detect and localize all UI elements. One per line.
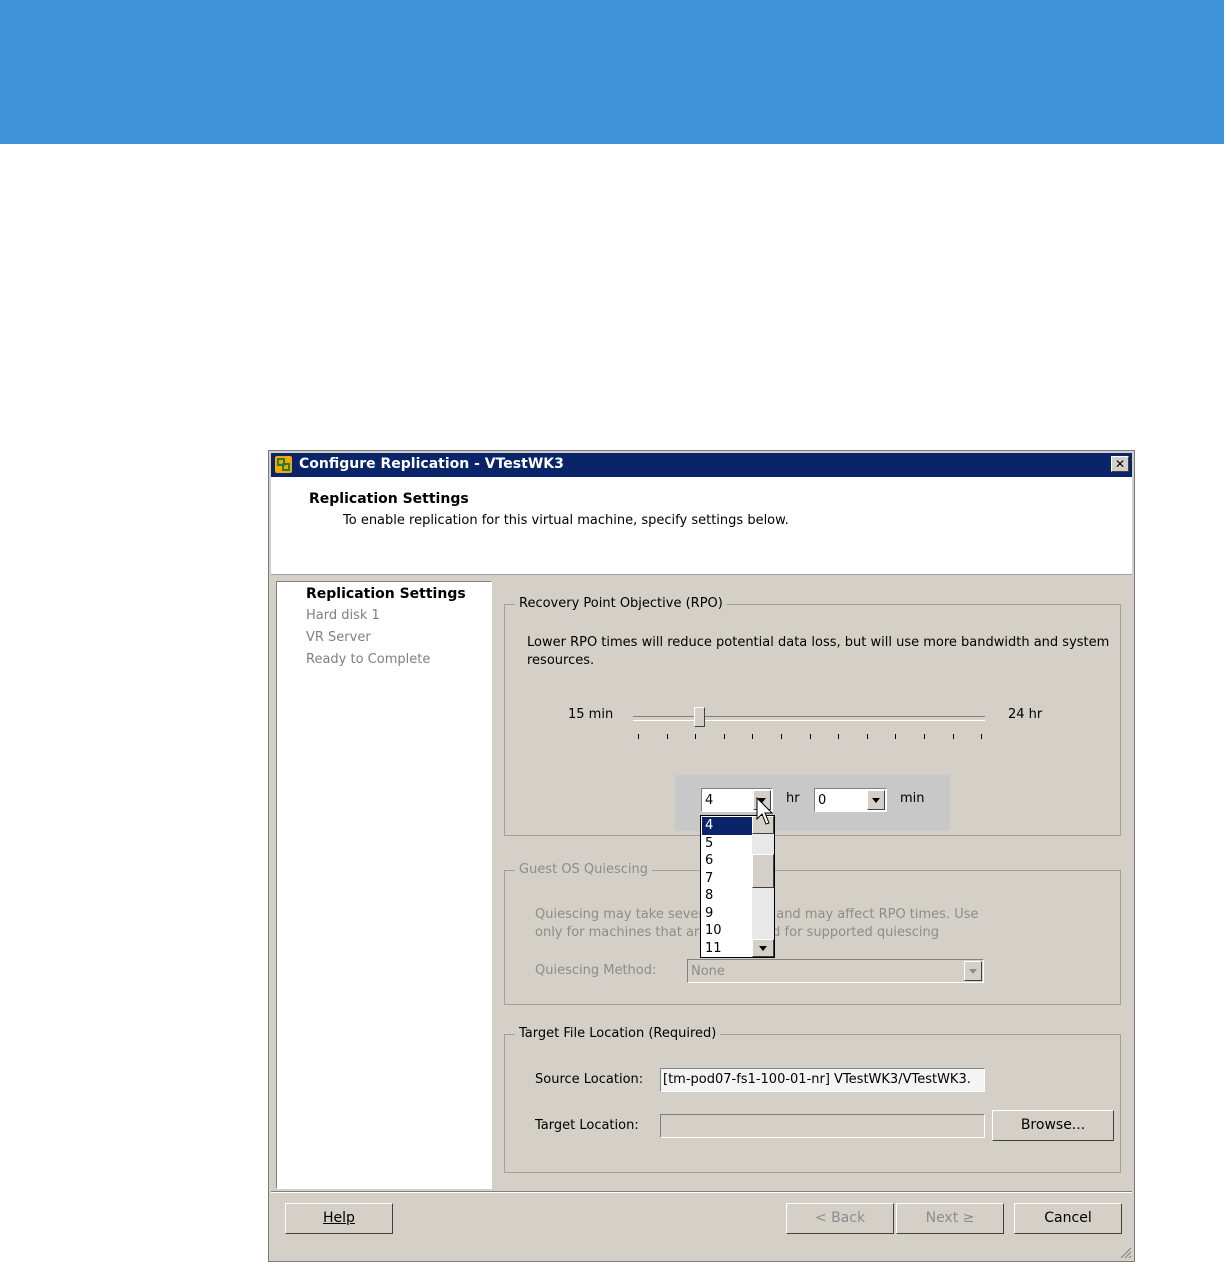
hours-dropdown-list[interactable]: 4 5 6 7 8 9 10 11 <box>700 815 775 958</box>
target-legend: Target File Location (Required) <box>515 1026 721 1041</box>
scroll-down-button[interactable] <box>752 939 774 957</box>
step-ready-to-complete[interactable]: Ready to Complete <box>306 652 430 667</box>
target-location-label: Target Location: <box>535 1118 639 1133</box>
dropdown-scrollbar[interactable] <box>752 816 774 957</box>
rpo-description: Lower RPO times will reduce potential da… <box>527 635 1110 668</box>
rpo-group: Recovery Point Objective (RPO) Lower RPO… <box>504 596 1121 836</box>
slider-tick <box>809 734 811 739</box>
wizard-header: Replication Settings To enable replicati… <box>271 477 1132 575</box>
target-location-field[interactable] <box>660 1114 985 1138</box>
dropdown-option[interactable]: 8 <box>702 887 752 905</box>
source-location-field: [tm-pod07-fs1-100-01-nr] VTestWK3/VTestW… <box>660 1068 985 1092</box>
title-bar[interactable]: Configure Replication - VTestWK3 ✕ <box>271 453 1132 477</box>
slider-tick <box>838 734 840 739</box>
slider-tick <box>752 734 754 739</box>
slider-tick <box>781 734 782 739</box>
slider-ticks <box>633 734 985 740</box>
dropdown-option[interactable]: 9 <box>702 905 752 923</box>
back-button[interactable]: < Back <box>786 1203 894 1234</box>
minutes-select[interactable]: 0 <box>814 788 887 812</box>
next-button[interactable]: Next ≥ <box>896 1203 1004 1234</box>
rpo-slider[interactable] <box>633 703 985 743</box>
quiescing-legend: Guest OS Quiescing <box>515 862 653 877</box>
slider-thumb[interactable] <box>694 707 705 727</box>
step-replication-settings[interactable]: Replication Settings <box>306 586 466 602</box>
dropdown-option[interactable]: 7 <box>702 870 752 888</box>
page-subtitle: To enable replication for this virtual m… <box>343 513 789 528</box>
quiescing-group: Guest OS Quiescing Quiescing may take se… <box>504 862 1121 1005</box>
rpo-legend: Recovery Point Objective (RPO) <box>515 596 727 611</box>
dropdown-option[interactable]: 11 <box>702 940 752 958</box>
chevron-down-icon[interactable] <box>964 961 982 981</box>
dropdown-option[interactable]: 10 <box>702 922 752 940</box>
slider-tick <box>981 734 983 739</box>
mouse-cursor-icon <box>756 797 774 825</box>
chevron-down-icon[interactable] <box>867 790 885 810</box>
wizard-steps: Replication Settings Hard disk 1 VR Serv… <box>276 581 492 1189</box>
page-title: Replication Settings <box>309 491 469 507</box>
slider-min-label: 15 min <box>568 707 614 722</box>
hours-value: 4 <box>705 793 714 808</box>
slider-tick <box>866 734 868 739</box>
window-title: Configure Replication - VTestWK3 <box>299 456 564 472</box>
slider-tick <box>695 734 697 739</box>
dropdown-option[interactable]: 6 <box>702 852 752 870</box>
step-vr-server[interactable]: VR Server <box>306 630 371 645</box>
cancel-button[interactable]: Cancel <box>1014 1203 1122 1234</box>
target-location-group: Target File Location (Required) Source L… <box>504 1026 1121 1173</box>
slider-max-label: 24 hr <box>1008 707 1043 722</box>
hours-unit-label: hr <box>786 791 800 806</box>
slider-track <box>633 716 985 721</box>
quiescing-method-select[interactable]: None <box>687 959 984 983</box>
step-hard-disk-1[interactable]: Hard disk 1 <box>306 608 380 623</box>
close-icon[interactable]: ✕ <box>1111 456 1129 472</box>
chevron-down-icon <box>759 946 767 951</box>
slider-tick <box>666 734 668 739</box>
slider-tick <box>952 734 954 739</box>
dropdown-option[interactable]: 4 <box>702 817 752 835</box>
quiescing-method-label: Quiescing Method: <box>535 963 657 978</box>
app-icon <box>275 456 292 473</box>
scroll-thumb[interactable] <box>752 854 774 888</box>
help-button[interactable]: Help <box>285 1203 393 1234</box>
help-label: Help <box>323 1210 355 1226</box>
slider-tick <box>638 734 639 739</box>
dropdown-option[interactable]: 5 <box>702 835 752 853</box>
minutes-unit-label: min <box>900 791 925 806</box>
top-banner <box>0 0 1224 144</box>
slider-tick <box>895 734 897 739</box>
browse-button[interactable]: Browse... <box>992 1110 1114 1141</box>
slider-tick <box>723 734 725 739</box>
configure-replication-dialog: Configure Replication - VTestWK3 ✕ Repli… <box>268 450 1135 1262</box>
footer-divider <box>271 1191 1132 1193</box>
resize-grip-icon[interactable] <box>1118 1245 1132 1259</box>
minutes-value: 0 <box>818 793 827 808</box>
quiescing-method-value: None <box>691 964 725 979</box>
source-location-label: Source Location: <box>535 1072 644 1087</box>
slider-tick <box>924 734 925 739</box>
